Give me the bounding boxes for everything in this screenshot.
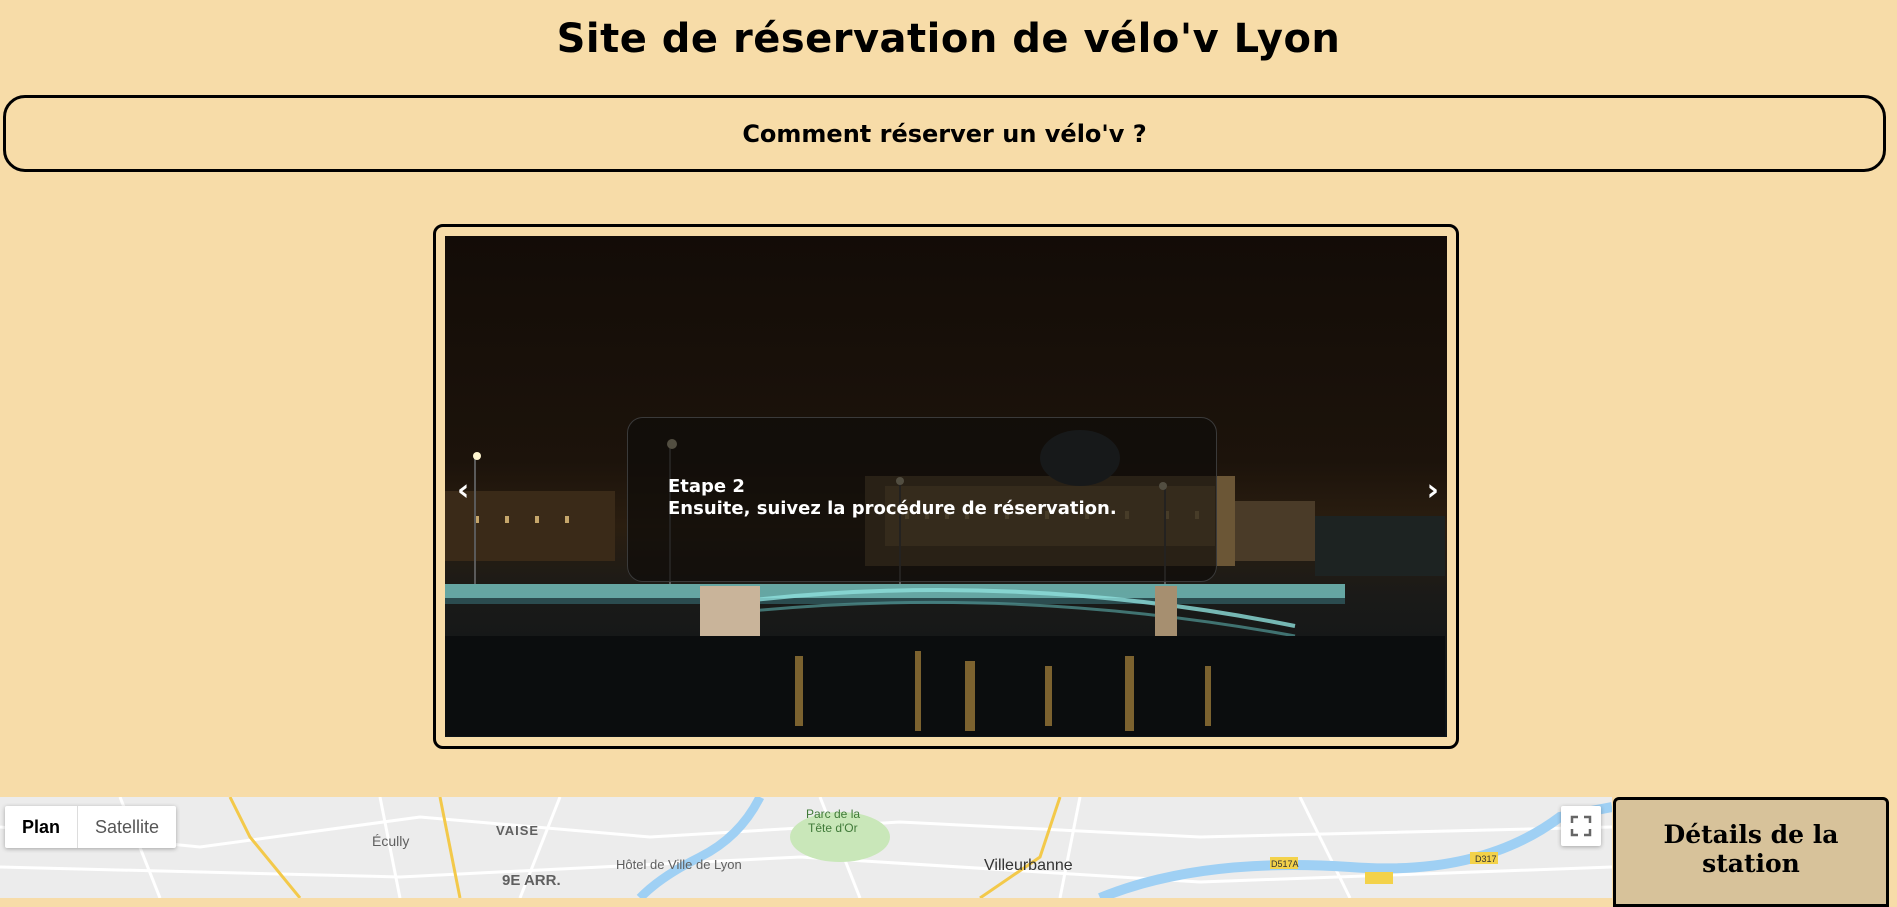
- fullscreen-icon: [1570, 815, 1592, 837]
- caption-text: Ensuite, suivez la procédure de réservat…: [668, 498, 1117, 519]
- map-label-d517a: D517A: [1271, 859, 1299, 869]
- station-details-title: Détails de la station: [1663, 820, 1839, 878]
- map-label-d317: D317: [1475, 854, 1497, 864]
- map-label-tete-or: Tête d'Or: [808, 821, 858, 835]
- station-details-panel: Détails de la station: [1613, 797, 1889, 907]
- slide-image: Etape 2 Ensuite, suivez la procédure de …: [445, 236, 1447, 737]
- map-label-parc: Parc de la: [806, 807, 861, 821]
- map-type-satellite-button[interactable]: Satellite: [78, 806, 176, 848]
- page-title: Site de réservation de vélo'v Lyon: [556, 16, 1341, 62]
- next-slide-arrow[interactable]: ›: [1427, 476, 1439, 506]
- how-to-reserve-button[interactable]: Comment réserver un vélo'v ?: [3, 95, 1886, 172]
- map[interactable]: Plan Satellite Écully VAISE 9E ARR. Hôte…: [0, 797, 1612, 898]
- map-type-plan-button[interactable]: Plan: [5, 806, 79, 848]
- previous-slide-arrow[interactable]: ‹: [457, 476, 469, 506]
- map-type-control: Plan Satellite: [5, 806, 177, 848]
- how-to-reserve-label: Comment réserver un vélo'v ?: [742, 119, 1147, 148]
- map-label-villeurbanne: Villeurbanne: [984, 857, 1073, 874]
- fullscreen-button[interactable]: [1561, 806, 1601, 846]
- slide-caption: Etape 2 Ensuite, suivez la procédure de …: [627, 417, 1217, 582]
- caption-title: Etape 2: [668, 476, 745, 497]
- map-label-vaise: VAISE: [496, 823, 540, 838]
- slider: Etape 2 Ensuite, suivez la procédure de …: [433, 224, 1459, 749]
- map-label-9e-arr: 9E ARR.: [502, 872, 561, 889]
- map-label-hotel-de-ville: Hôtel de Ville de Lyon: [616, 857, 742, 872]
- map-label-ecully: Écully: [372, 833, 410, 849]
